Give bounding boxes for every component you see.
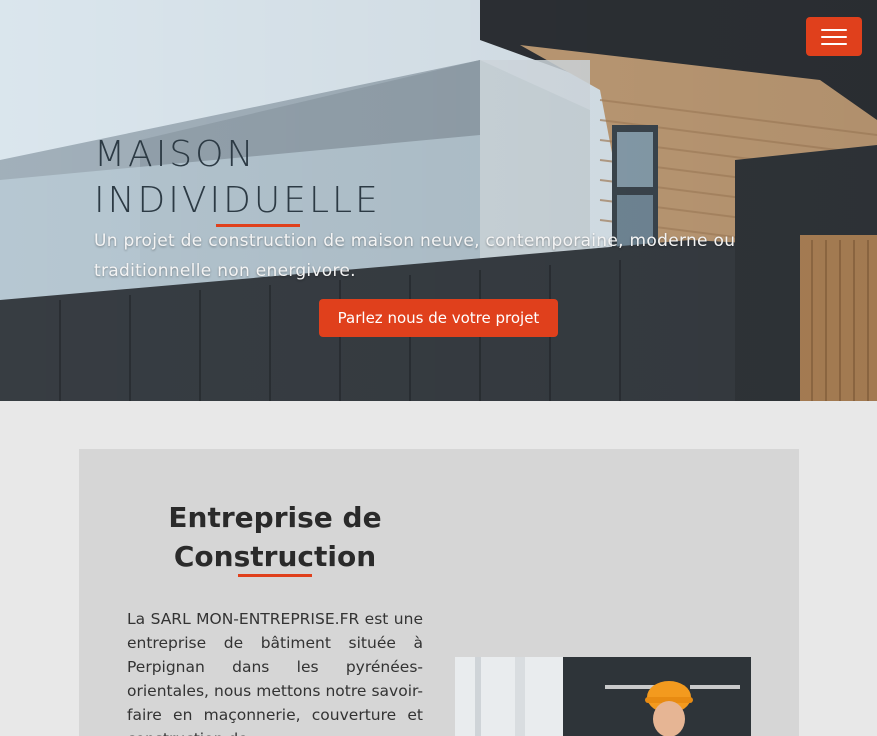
hero-subtitle: Un projet de construction de maison neuv… <box>94 231 736 281</box>
hamburger-icon-bar <box>821 36 847 38</box>
worker-photo <box>455 657 751 736</box>
contact-project-button[interactable]: Parlez nous de votre projet <box>319 299 558 337</box>
hero-banner: Maison individuelle Un projet de constru… <box>0 0 877 401</box>
section-title: Entreprise de Construction <box>168 501 382 573</box>
hamburger-icon <box>821 29 847 31</box>
section-title-underline <box>238 574 312 577</box>
hero-title: Maison individuelle <box>94 132 494 224</box>
menu-toggle-button[interactable] <box>806 17 862 56</box>
hamburger-icon-bar <box>821 43 847 45</box>
hero-title-line1: Maison <box>94 134 257 175</box>
worker-photo-art <box>455 657 751 736</box>
about-text: La SARL MON-ENTREPRISE.FR est une entrep… <box>127 610 423 736</box>
hero-title-line2: individuelle <box>94 180 381 221</box>
